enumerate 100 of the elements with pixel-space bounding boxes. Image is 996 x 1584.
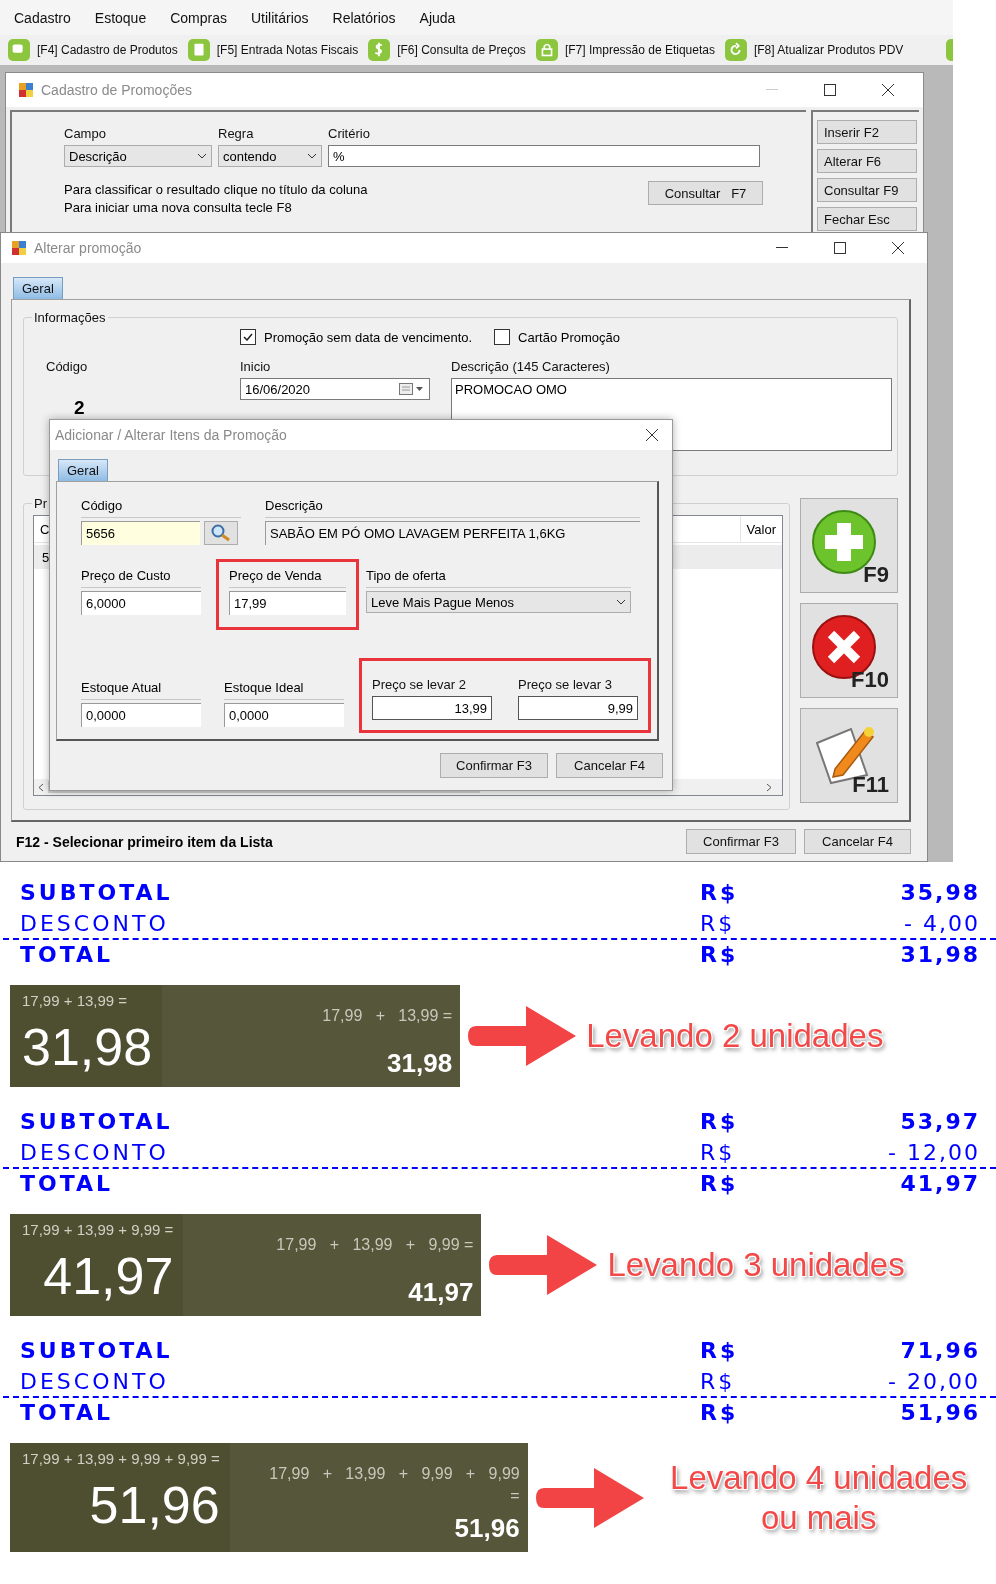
window-title: Alterar promoção [34,240,142,256]
rule-dropdown[interactable]: contendo [218,145,322,167]
close-icon[interactable] [646,429,658,441]
price-field[interactable]: 13,99 [372,696,492,720]
total-label: SUBTOTAL [20,1338,174,1363]
action-button[interactable]: F9 [800,498,898,593]
currency-label: R$ [700,1338,740,1363]
currency-label: R$ [700,1369,737,1394]
group-title: Informações [33,310,107,325]
toolbar-button[interactable]: [F7] Impressão de Etiquetas [535,39,715,61]
chevron-icon [197,153,207,159]
minimize-icon[interactable] [776,247,788,249]
total-label: TOTAL [20,942,115,967]
stock-field[interactable]: 0,0000 [81,703,201,727]
menu-item[interactable]: Utilitários [239,9,321,26]
window-title: Cadastro de Promoções [41,82,192,98]
cost-label: Preço de Custo [81,568,201,588]
currency-label: R$ [700,880,740,905]
cancel-button[interactable]: Cancelar F4 [804,829,911,854]
search-button[interactable]: Consultar F7 [648,181,763,205]
tab[interactable]: Geral [13,277,63,299]
stock-field[interactable]: 0,0000 [224,703,344,727]
toolbar-button[interactable]: [F6] Consulta de Preços [368,39,526,61]
chevron-icon [307,153,317,159]
close-icon[interactable] [882,84,894,96]
field-dropdown[interactable]: Descrição [64,145,212,167]
menu-item[interactable]: Ajuda [407,9,468,26]
description-label: Descrição (145 Caracteres) [451,359,611,375]
action-button[interactable]: F11 [800,708,898,803]
maximize-icon[interactable] [824,84,836,96]
menu-item[interactable]: Compras [158,9,239,26]
toolbar-button[interactable]: [F8] Atualizar Produtos PDV [724,39,904,61]
arrow-icon [535,1465,646,1530]
price-field[interactable]: 17,99 [229,591,346,615]
checkbox[interactable] [240,329,256,345]
total-label: DESCONTO [20,911,170,936]
code-label: Código [81,498,241,518]
price-label: Preço de Venda [229,568,346,588]
toolbar-button[interactable]: [F5] Entrada Notas Fiscais [187,39,359,61]
scroll-right-icon[interactable] [766,782,772,792]
result-text: 41,97 [408,1276,474,1308]
close-icon[interactable] [892,242,904,254]
expression-text: 17,99 + 13,99 + 9,99 = [276,1235,474,1255]
code-value: 2 [74,397,86,419]
maximize-icon[interactable] [834,242,846,254]
currency-label: R$ [700,1400,740,1425]
cost-field[interactable]: 6,0000 [81,591,201,615]
total-value: 53,97 [899,1109,980,1134]
tab[interactable]: Geral [58,459,108,481]
result-text: 41,97 [43,1246,174,1307]
total-value: - 20,00 [887,1369,980,1394]
price-label: Preço se levar 3 [518,677,613,693]
app-icon [18,82,34,98]
total-label: TOTAL [20,1400,115,1425]
expression-text: 17,99 + 13,99 = [22,991,128,1011]
app-icon [11,240,27,256]
stock-label: Estoque Atual [81,680,201,700]
confirm-button[interactable]: Confirmar F3 [686,829,796,854]
expression-text: = [510,1486,520,1506]
action-button[interactable]: F10 [800,603,898,698]
side-button[interactable]: Alterar F6 [817,149,917,173]
offer-dropdown[interactable]: Leve Mais Pague Menos [366,591,631,613]
calendar-icon [399,383,425,395]
search-button[interactable] [204,521,238,545]
column-header[interactable]: Valor [739,516,782,542]
criteria-field[interactable]: % [328,145,760,167]
date-field[interactable]: 16/06/2020 [240,378,430,400]
total-value: - 12,00 [887,1140,980,1165]
search-icon [210,524,232,542]
checkbox[interactable] [494,329,511,345]
total-value: 41,97 [899,1171,980,1196]
confirm-button[interactable]: Confirmar F3 [440,753,548,778]
code-field[interactable]: 5656 [81,521,200,545]
stock-label: Estoque Ideal [224,680,344,700]
menu-item[interactable]: Relatórios [320,9,408,26]
price-field[interactable]: 9,99 [518,696,638,720]
toolbar-button[interactable]: [F4] Cadastro de Produtos [8,39,178,61]
cancel-button[interactable]: Cancelar F4 [556,753,663,778]
total-value: 35,98 [899,880,980,905]
total-value: 31,98 [899,942,980,967]
currency-label: R$ [700,942,740,967]
menu-item[interactable]: Cadastro [2,9,83,26]
side-button[interactable]: Consultar F9 [817,178,917,202]
field-label: Campo [64,126,107,142]
side-button[interactable]: Inserir F2 [817,120,917,144]
currency-label: R$ [700,1140,737,1165]
description-field: SABÃO EM PÓ OMO LAVAGEM PERFEITA 1,6KG [265,521,640,545]
price-label: Preço se levar 2 [372,677,467,693]
criteria-label: Critério [328,126,371,142]
group-title: Pr [33,496,48,511]
side-button[interactable]: Fechar Esc [817,207,917,231]
start-label: Inicio [240,359,272,375]
scroll-left-icon[interactable] [38,782,44,792]
expression-text: 17,99 + 13,99 = [322,1006,453,1026]
description-label: Descrição [265,498,640,518]
menu-item[interactable]: Estoque [82,9,159,26]
currency-label: R$ [700,1171,740,1196]
dialog-title: Adicionar / Alterar Itens da Promoção [55,427,287,443]
total-label: DESCONTO [20,1369,170,1394]
check-icon [243,333,253,341]
